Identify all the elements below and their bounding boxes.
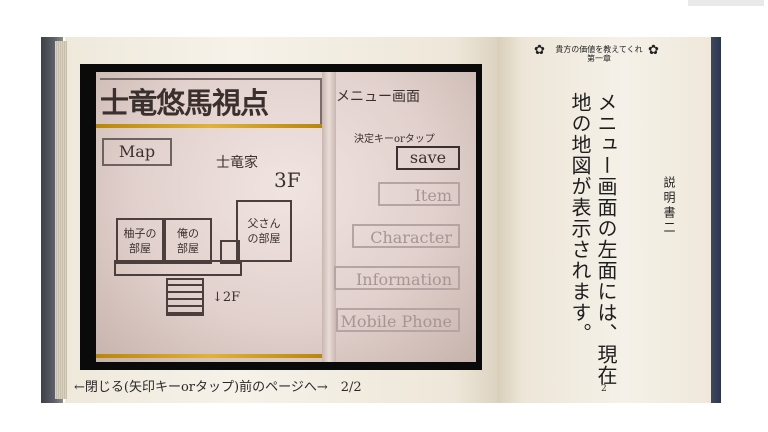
menu-item-item[interactable]: Item: [378, 182, 460, 206]
stairs-icon: [166, 278, 204, 316]
room-yuzu: 柚子の部屋: [116, 218, 164, 264]
gold-divider-top: [96, 124, 324, 128]
chapter-header: 貴方の価値を教えてくれ 第一章: [554, 45, 644, 63]
floor-house-label: 士竜家: [216, 155, 258, 171]
save-button[interactable]: save: [396, 146, 460, 170]
menu-title: メニュー画面: [336, 89, 420, 105]
book-back-cover: [711, 37, 721, 403]
menu-item-mobile-phone[interactable]: Mobile Phone: [336, 308, 460, 332]
downstairs-label: ↓2F: [212, 290, 241, 305]
menu-screen: 士竜悠馬視点 Map 士竜家 3F 父さんの部屋 柚子の部屋 俺の部屋 ↓2F …: [96, 72, 476, 362]
map-button[interactable]: Map: [102, 138, 172, 166]
room-father: 父さんの部屋: [236, 200, 292, 262]
body-text-col2: 地の地図が表示されます。: [568, 92, 592, 344]
flower-ornament-left-icon: ✿: [534, 43, 545, 58]
screen-gutter: [322, 72, 336, 362]
scrollbar-stub: [688, 0, 764, 6]
room-mine: 俺の部屋: [164, 218, 212, 264]
menu-screenshot: 士竜悠馬視点 Map 士竜家 3F 父さんの部屋 柚子の部屋 俺の部屋 ↓2F …: [80, 64, 482, 370]
menu-item-character[interactable]: Character: [352, 224, 460, 248]
confirm-hint: 決定キーorタップ: [354, 134, 435, 145]
floor-number: 3F: [274, 168, 301, 192]
flower-ornament-right-icon: ✿: [648, 43, 659, 58]
page-edges: [55, 41, 67, 399]
chapter-subtitle: 貴方の価値を教えてくれ: [555, 45, 643, 54]
gold-divider-bottom: [96, 354, 324, 358]
chapter-number: 第一章: [587, 54, 611, 63]
hallway-link: [220, 240, 240, 264]
body-text-col1: メニュー画面の左面には、現在: [594, 92, 618, 386]
page-number: 2: [601, 384, 607, 394]
page-caption: ←閉じる(矢印キーorタップ)前のページへ→ 2/2: [74, 380, 362, 395]
viewpoint-title: 士竜悠馬視点: [100, 86, 269, 120]
menu-item-information[interactable]: Information: [334, 266, 460, 290]
manual-side-title: 説明書二: [662, 176, 676, 236]
